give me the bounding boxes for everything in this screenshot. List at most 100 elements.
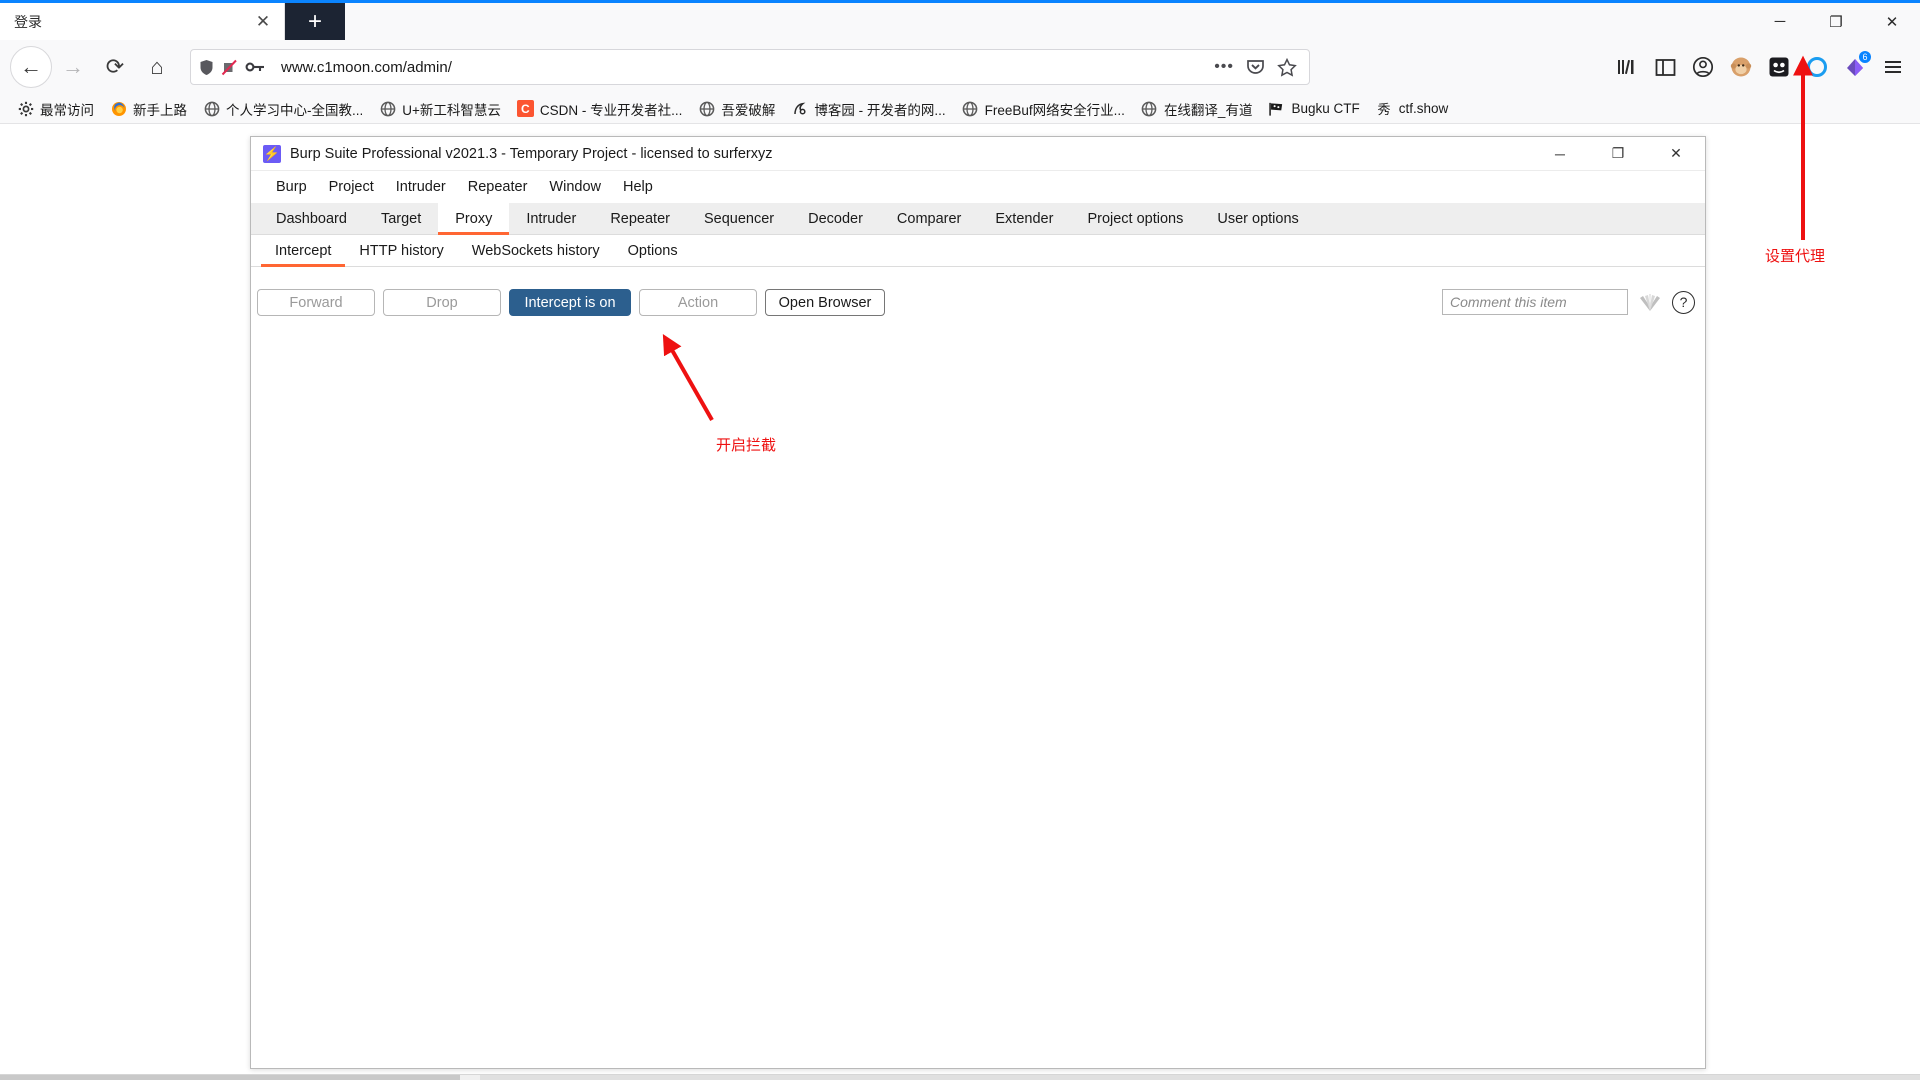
comment-placeholder: Comment this item xyxy=(1450,294,1567,310)
close-window-icon[interactable]: ✕ xyxy=(1864,3,1920,40)
taskbar-segment-left xyxy=(0,1075,460,1080)
shell-icon[interactable] xyxy=(1638,291,1662,313)
subtab-options[interactable]: Options xyxy=(614,235,692,266)
menu-item-help[interactable]: Help xyxy=(612,176,664,198)
page-actions-icon[interactable]: ••• xyxy=(1214,58,1234,76)
account-icon[interactable] xyxy=(1686,50,1720,84)
tab-dashboard[interactable]: Dashboard xyxy=(259,203,364,234)
bookmark-label: 博客园 - 开发者的网... xyxy=(814,102,946,118)
tab-target[interactable]: Target xyxy=(364,203,438,234)
tab-proxy[interactable]: Proxy xyxy=(438,203,510,235)
burp-minimize-icon[interactable]: ─ xyxy=(1531,137,1589,171)
tab-strip-empty xyxy=(345,3,1920,40)
browser-tab-title: 登录 xyxy=(14,13,42,30)
burp-title-bar: ⚡ Burp Suite Professional v2021.3 - Temp… xyxy=(251,137,1705,171)
maximize-icon[interactable]: ❐ xyxy=(1808,3,1864,40)
page-content: ⚡ Burp Suite Professional v2021.3 - Temp… xyxy=(0,124,1920,1080)
menu-item-repeater[interactable]: Repeater xyxy=(457,176,539,198)
tab-decoder[interactable]: Decoder xyxy=(791,203,880,234)
extension-badge-count: 6 xyxy=(1859,51,1871,63)
ctfshow-icon: 秀 xyxy=(1376,100,1393,117)
bookmark-most-visited[interactable]: 最常访问 xyxy=(10,96,101,122)
tracking-protection-off-icon[interactable] xyxy=(221,59,238,76)
back-icon[interactable]: ← xyxy=(10,46,52,88)
tab-repeater[interactable]: Repeater xyxy=(593,203,687,234)
firefox-icon xyxy=(110,100,127,117)
extension-monkey-icon[interactable] xyxy=(1724,50,1758,84)
new-tab-button[interactable]: + xyxy=(285,3,345,40)
bookmark-label: FreeBuf网络安全行业... xyxy=(984,102,1125,118)
menu-item-window[interactable]: Window xyxy=(538,176,612,198)
bookmark-freebuf[interactable]: FreeBuf网络安全行业... xyxy=(955,96,1132,122)
browser-tab-login[interactable]: 登录 ✕ xyxy=(0,3,285,40)
bookmark-ctfshow[interactable]: 秀 ctf.show xyxy=(1369,97,1456,120)
menu-item-project[interactable]: Project xyxy=(318,176,385,198)
star-icon[interactable] xyxy=(1277,57,1297,77)
flag-icon xyxy=(1268,100,1285,117)
reload-icon[interactable]: ⟳ xyxy=(94,46,136,88)
app-menu-icon[interactable] xyxy=(1876,50,1910,84)
extension-proxy-icon[interactable]: 6 xyxy=(1838,50,1872,84)
shield-icon[interactable] xyxy=(199,59,214,76)
bookmark-csdn[interactable]: C CSDN - 专业开发者社... xyxy=(510,96,690,122)
bookmark-label: 新手上路 xyxy=(133,102,187,118)
burp-maximize-icon[interactable]: ❐ xyxy=(1589,137,1647,171)
bookmark-52pojie[interactable]: 吾爱破解 xyxy=(691,96,782,122)
home-icon[interactable]: ⌂ xyxy=(136,46,178,88)
comment-input[interactable]: Comment this item xyxy=(1442,289,1628,315)
globe-icon xyxy=(379,100,396,117)
sidebar-icon[interactable] xyxy=(1648,50,1682,84)
subtab-websockets-history[interactable]: WebSockets history xyxy=(458,235,614,266)
tab-project-options[interactable]: Project options xyxy=(1070,203,1200,234)
burp-menu-bar: Burp Project Intruder Repeater Window He… xyxy=(251,171,1705,203)
globe-icon xyxy=(1141,100,1158,117)
bookmark-getting-started[interactable]: 新手上路 xyxy=(103,96,194,122)
svg-text:秀: 秀 xyxy=(1378,103,1391,117)
url-identity-box xyxy=(199,59,273,76)
tab-strip: 登录 ✕ + xyxy=(0,3,1920,40)
tab-sequencer[interactable]: Sequencer xyxy=(687,203,791,234)
bookmark-bugku-ctf[interactable]: Bugku CTF xyxy=(1261,97,1366,120)
bookmark-label: 个人学习中心-全国教... xyxy=(226,102,364,118)
comment-area: Comment this item ? xyxy=(1442,289,1695,315)
tab-extender[interactable]: Extender xyxy=(978,203,1070,234)
gear-icon xyxy=(17,100,34,117)
bookmark-personal-learning-center[interactable]: 个人学习中心-全国教... xyxy=(196,96,370,122)
annotation-enable-intercept: 开启拦截 xyxy=(716,437,777,454)
bookmark-u-plus-cloud[interactable]: U+新工科智慧云 xyxy=(372,96,508,122)
navigation-toolbar: ← → ⟳ ⌂ www.c1moon.com/admin/ ••• 6 xyxy=(0,40,1920,94)
url-bar[interactable]: www.c1moon.com/admin/ ••• xyxy=(190,49,1310,85)
burp-suite-window: ⚡ Burp Suite Professional v2021.3 - Temp… xyxy=(250,136,1706,1069)
tab-intruder[interactable]: Intruder xyxy=(509,203,593,234)
drop-button[interactable]: Drop xyxy=(383,289,501,316)
open-browser-button[interactable]: Open Browser xyxy=(765,289,885,316)
forward-button[interactable]: Forward xyxy=(257,289,375,316)
key-icon[interactable] xyxy=(245,60,265,74)
url-text[interactable]: www.c1moon.com/admin/ xyxy=(273,59,1214,76)
library-icon[interactable] xyxy=(1610,50,1644,84)
tab-user-options[interactable]: User options xyxy=(1200,203,1315,234)
minimize-icon[interactable]: ─ xyxy=(1752,3,1808,40)
action-button[interactable]: Action xyxy=(639,289,757,316)
tab-comparer[interactable]: Comparer xyxy=(880,203,978,234)
csdn-icon: C xyxy=(516,100,534,117)
burp-close-icon[interactable]: ✕ xyxy=(1647,137,1705,171)
subtab-intercept[interactable]: Intercept xyxy=(261,235,346,267)
intercept-button-row: Forward Drop Intercept is on Action Open… xyxy=(251,267,1705,316)
bookmark-youdao-translate[interactable]: 在线翻译_有道 xyxy=(1134,96,1260,122)
intercept-toggle-button[interactable]: Intercept is on xyxy=(509,289,631,316)
menu-item-burp[interactable]: Burp xyxy=(265,176,318,198)
bookmark-cnblogs[interactable]: 博客园 - 开发者的网... xyxy=(784,96,952,122)
pocket-icon[interactable] xyxy=(1246,58,1265,76)
bookmark-label: Bugku CTF xyxy=(1291,101,1360,116)
extension-dark-icon[interactable] xyxy=(1762,50,1796,84)
bookmark-label: 在线翻译_有道 xyxy=(1163,102,1253,118)
browser-window-controls: ─ ❐ ✕ xyxy=(1752,3,1920,40)
help-icon[interactable]: ? xyxy=(1672,290,1695,314)
bookmark-label: 最常访问 xyxy=(40,102,94,118)
menu-item-intruder[interactable]: Intruder xyxy=(385,176,457,198)
extension-blue-circle-icon[interactable] xyxy=(1800,50,1834,84)
close-icon[interactable]: ✕ xyxy=(250,9,276,35)
burp-intercept-panel: Forward Drop Intercept is on Action Open… xyxy=(251,267,1705,1068)
subtab-http-history[interactable]: HTTP history xyxy=(345,235,457,266)
